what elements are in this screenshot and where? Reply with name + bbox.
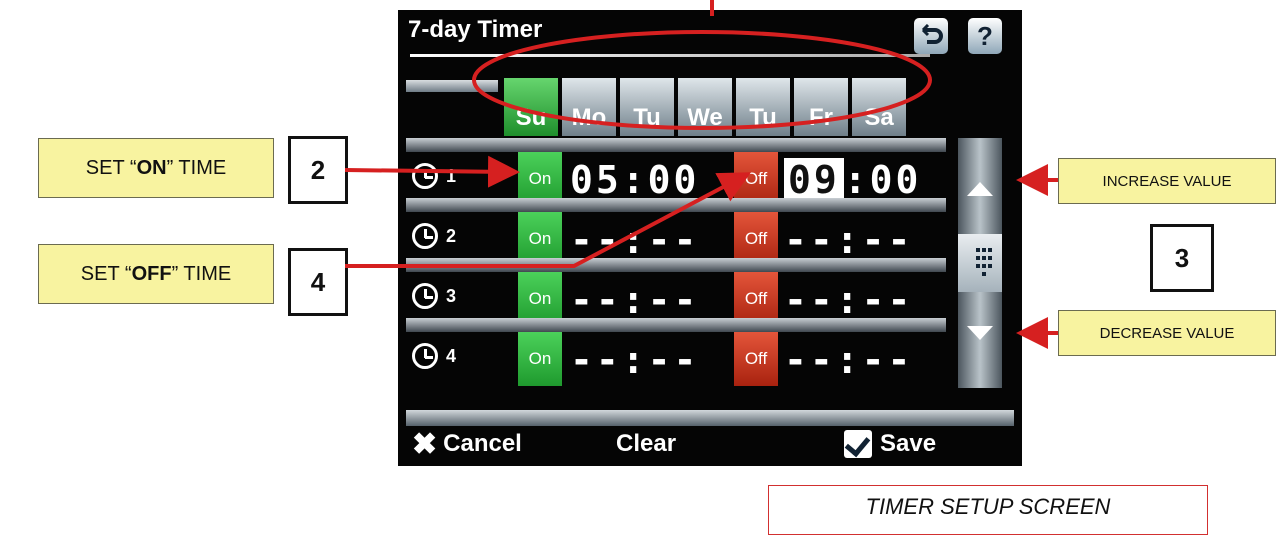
screen-title: 7-day Timer <box>408 16 543 43</box>
decrease-arrow-icon[interactable] <box>967 326 993 340</box>
row-divider <box>406 198 946 212</box>
day-label: Tu <box>633 104 661 131</box>
set-on-prefix: SET “ <box>85 156 137 179</box>
title-underline <box>410 54 930 57</box>
clock-icon <box>412 163 438 189</box>
day-label: Su <box>515 104 547 131</box>
increase-label: INCREASE VALUE <box>1102 172 1232 190</box>
keypad-icon[interactable] <box>958 234 1002 292</box>
back-icon <box>921 24 943 44</box>
off-time-field[interactable]: --:-- <box>784 278 913 322</box>
cancel-button[interactable]: ✖ Cancel <box>412 424 522 464</box>
row-number: 2 <box>446 226 457 246</box>
off-minutes: :00 <box>843 158 922 202</box>
row-divider <box>406 318 946 332</box>
clock-icon <box>412 343 438 369</box>
step-2-label: 2 <box>310 154 326 185</box>
set-on-bold: ON <box>136 156 167 179</box>
save-label: Save <box>880 430 937 457</box>
row-divider <box>406 258 946 272</box>
set-off-suffix: ” TIME <box>171 262 232 285</box>
caption-text: TIMER SETUP SCREEN <box>865 494 1111 519</box>
clear-button[interactable]: Clear <box>616 424 676 464</box>
set-on-suffix: ” TIME <box>166 156 227 179</box>
set-on-time-callout: SET “ON” TIME <box>38 138 274 198</box>
day-tab-saturday[interactable]: Sa <box>852 78 906 136</box>
timer-row: 2 On --:-- Off --:-- <box>406 212 946 266</box>
on-time-field[interactable]: --:-- <box>570 278 699 322</box>
off-hour-selected[interactable]: 09 <box>784 158 844 202</box>
day-strip-left <box>406 80 498 92</box>
clock-icon <box>412 223 438 249</box>
day-tab-thursday[interactable]: Tu <box>736 78 790 136</box>
timer-row: 1 On 05:00 Off 09:00 <box>406 152 946 206</box>
cancel-x-icon: ✖ <box>412 427 438 461</box>
value-adjust-bar <box>958 138 1002 388</box>
checkmark-icon <box>844 430 872 458</box>
on-time-field[interactable]: --:-- <box>570 338 699 382</box>
row-divider <box>406 138 946 152</box>
clock-icon <box>412 283 438 309</box>
day-tab-friday[interactable]: Fr <box>794 78 848 136</box>
day-tab-wednesday[interactable]: We <box>678 78 732 136</box>
timer-row: 4 On --:-- Off --:-- <box>406 332 946 386</box>
day-tab-monday[interactable]: Mo <box>562 78 616 136</box>
on-toggle[interactable]: On <box>518 332 562 386</box>
step-3-label: 3 <box>1174 242 1190 273</box>
on-time-field[interactable]: --:-- <box>570 218 699 262</box>
day-label: Mo <box>571 104 607 131</box>
clear-label: Clear <box>616 430 677 457</box>
timer-row: 3 On --:-- Off --:-- <box>406 272 946 326</box>
row-number: 1 <box>446 166 457 186</box>
decrease-label: DECREASE VALUE <box>1099 324 1235 342</box>
step-3-box: 3 <box>1150 224 1214 292</box>
day-label: Sa <box>864 104 894 131</box>
off-time-field[interactable]: 09:00 <box>784 158 921 202</box>
off-time-field[interactable]: --:-- <box>784 218 913 262</box>
step-2-box: 2 <box>288 136 348 204</box>
set-off-prefix: SET “ <box>80 262 132 285</box>
set-off-time-callout: SET “OFF” TIME <box>38 244 274 304</box>
day-tab-tuesday[interactable]: Tu <box>620 78 674 136</box>
decrease-value-callout: DECREASE VALUE <box>1058 310 1276 356</box>
cancel-label: Cancel <box>443 430 522 457</box>
increase-value-callout: INCREASE VALUE <box>1058 158 1276 204</box>
help-button[interactable]: ? <box>968 18 1002 54</box>
set-off-bold: OFF <box>131 262 172 285</box>
off-time-field[interactable]: --:-- <box>784 338 913 382</box>
step-4-label: 4 <box>310 266 326 297</box>
row-number: 4 <box>446 346 457 366</box>
row-number: 3 <box>446 286 457 306</box>
off-toggle[interactable]: Off <box>734 332 778 386</box>
day-label: Tu <box>749 104 777 131</box>
back-button[interactable] <box>914 18 948 54</box>
day-tab-sunday[interactable]: Su <box>504 78 558 136</box>
timer-device-screen: 7-day Timer ? Su Mo Tu We Tu Fr Sa 1 On … <box>398 10 1022 466</box>
increase-arrow-icon[interactable] <box>967 182 993 196</box>
step-4-box: 4 <box>288 248 348 316</box>
day-label: Fr <box>809 104 833 131</box>
on-time-field[interactable]: 05:00 <box>570 158 699 202</box>
day-label: We <box>687 104 723 131</box>
save-button[interactable]: Save <box>844 424 936 464</box>
help-icon: ? <box>977 20 993 51</box>
